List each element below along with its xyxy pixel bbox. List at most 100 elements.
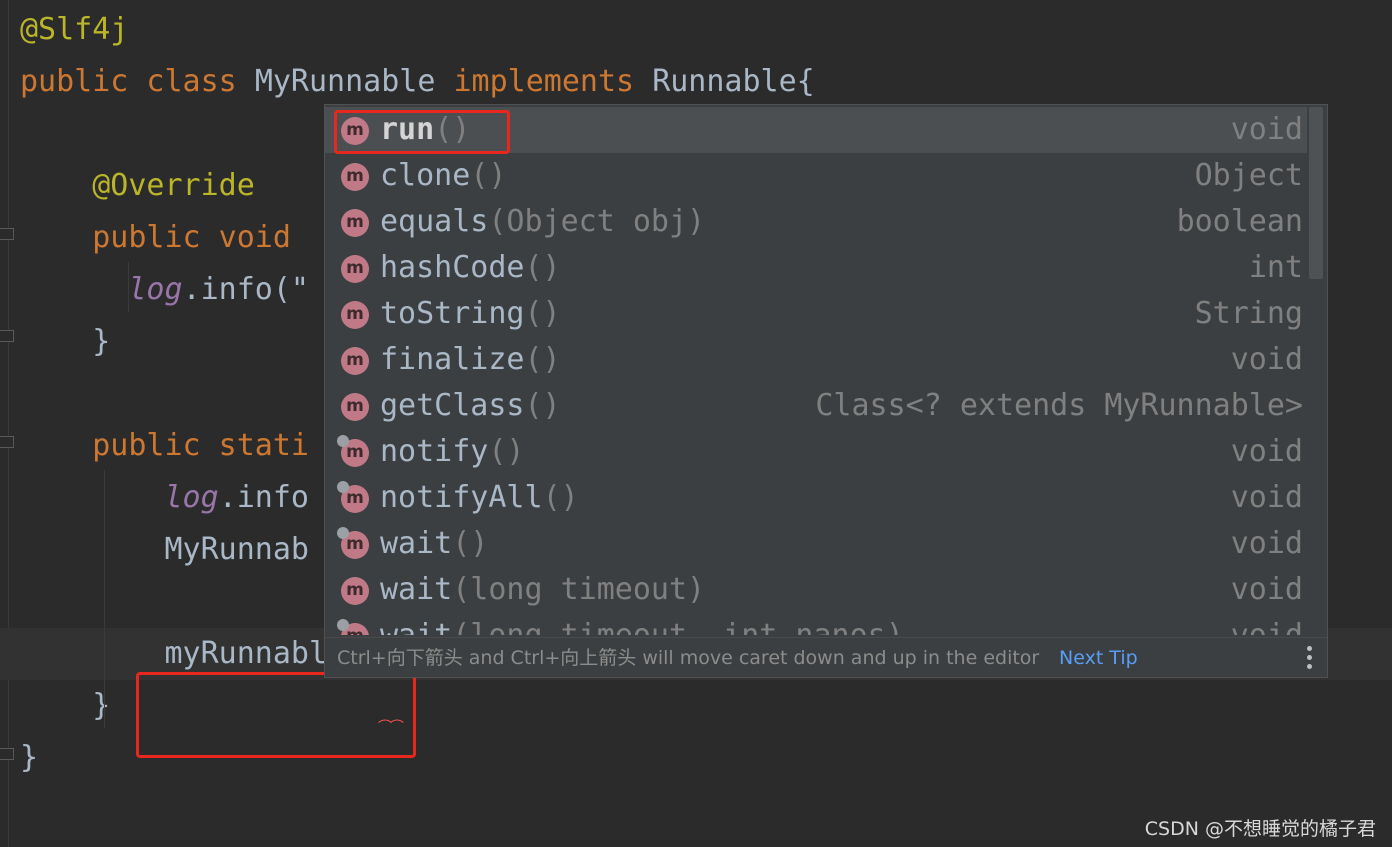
- code-token: myRunnable.: [20, 636, 364, 671]
- completion-signature: finalize(): [380, 337, 561, 383]
- code-token: MyRunnab: [20, 532, 309, 567]
- method-icon: m: [341, 393, 369, 421]
- return-type: Class<? extends MyRunnable>: [815, 388, 1303, 423]
- completion-item[interactable]: m wait() void: [325, 521, 1307, 567]
- method-name: notifyAll: [380, 480, 543, 515]
- return-type: Object: [1194, 158, 1303, 193]
- more-options-icon[interactable]: [1307, 646, 1313, 670]
- method-name: hashCode: [380, 250, 525, 285]
- method-params: (): [542, 480, 579, 515]
- completion-signature: equals(Object obj): [380, 199, 705, 245]
- method-params: (): [524, 342, 561, 377]
- fold-marker-icon[interactable]: [0, 330, 14, 342]
- return-type: void: [1230, 480, 1303, 515]
- indent-guide: [104, 470, 105, 728]
- code-line[interactable]: public class MyRunnable implements Runna…: [0, 56, 1392, 108]
- completion-signature: wait(): [380, 521, 488, 567]
- method-params: (): [524, 388, 561, 423]
- return-type: String: [1194, 296, 1303, 331]
- code-token: @Override: [20, 168, 255, 203]
- completion-scrollbar[interactable]: [1309, 107, 1323, 279]
- method-icon: m: [341, 347, 369, 375]
- code-token: }: [20, 324, 111, 359]
- method-params: (long timeout): [452, 572, 706, 607]
- fold-marker-icon[interactable]: [0, 748, 14, 760]
- method-icon: m: [337, 435, 369, 467]
- tip-text: Ctrl+向下箭头 and Ctrl+向上箭头 will move caret …: [337, 647, 1040, 669]
- method-icon: m: [337, 619, 369, 635]
- method-params: (): [488, 434, 525, 469]
- method-icon: m: [341, 209, 369, 237]
- return-type: void: [1230, 526, 1303, 561]
- completion-signature: wait(long timeout): [380, 567, 705, 613]
- method-params: (long timeout, int nanos): [452, 618, 904, 635]
- method-name: toString: [380, 296, 525, 331]
- completion-signature: wait(long timeout, int nanos): [380, 613, 904, 635]
- completion-item[interactable]: m toString() String: [325, 291, 1307, 337]
- return-type: int: [1248, 250, 1303, 285]
- return-type: void: [1230, 112, 1303, 147]
- completion-signature: clone(): [380, 153, 506, 199]
- method-icon: m: [337, 481, 369, 513]
- code-token: implements: [453, 64, 653, 99]
- completion-item[interactable]: m notify() void: [325, 429, 1307, 475]
- method-name: wait: [380, 526, 453, 561]
- return-type: boolean: [1176, 204, 1303, 239]
- code-token: .info: [218, 480, 309, 515]
- completion-item[interactable]: m equals(Object obj) boolean: [325, 199, 1307, 245]
- method-name: notify: [380, 434, 489, 469]
- completion-signature: notify(): [380, 429, 525, 475]
- code-token: public stati: [20, 428, 309, 463]
- method-name: wait: [380, 572, 453, 607]
- next-tip-link[interactable]: Next Tip: [1059, 638, 1138, 677]
- completion-signature: getClass(): [380, 383, 561, 429]
- method-icon: m: [341, 301, 369, 329]
- completion-item[interactable]: m notifyAll() void: [325, 475, 1307, 521]
- completion-item[interactable]: m clone() Object: [325, 153, 1307, 199]
- completion-item[interactable]: m wait(long timeout) void: [325, 567, 1307, 613]
- completion-signature: notifyAll(): [380, 475, 579, 521]
- indent-guide: [128, 262, 129, 312]
- code-token: log: [164, 480, 219, 515]
- method-name: getClass: [380, 388, 525, 423]
- method-icon: m: [341, 163, 369, 191]
- method-params: (): [452, 526, 489, 561]
- method-params: (): [524, 296, 561, 331]
- annotation-box-run: [334, 110, 510, 154]
- method-icon: m: [337, 527, 369, 559]
- completion-item[interactable]: m hashCode() int: [325, 245, 1307, 291]
- return-type: void: [1230, 572, 1303, 607]
- method-name: wait: [380, 618, 452, 635]
- method-icon: m: [341, 255, 369, 283]
- completion-list[interactable]: m run() void m clone() Object m equals(Object o…: [325, 105, 1307, 635]
- code-token: @Slf4j: [20, 12, 129, 47]
- method-params: (): [524, 250, 561, 285]
- return-type: void: [1230, 434, 1303, 469]
- fold-marker-icon[interactable]: [0, 436, 14, 448]
- completion-item[interactable]: m getClass() Class<? extends MyRunnable>: [325, 383, 1307, 429]
- code-token: .info(": [182, 272, 309, 307]
- method-icon: m: [341, 577, 369, 605]
- fold-marker-icon[interactable]: [0, 228, 14, 240]
- code-line[interactable]: @Slf4j: [0, 4, 1392, 56]
- completion-item[interactable]: m finalize() void: [325, 337, 1307, 383]
- code-token: log: [128, 272, 183, 307]
- completion-popup[interactable]: m run() void m clone() Object m equals(Object o…: [324, 104, 1328, 678]
- code-token: public void: [20, 220, 309, 255]
- code-token: }: [20, 688, 111, 723]
- method-name: equals: [380, 204, 489, 239]
- code-token: Runnable{: [652, 64, 815, 99]
- method-params: (): [470, 158, 507, 193]
- method-params: (Object obj): [488, 204, 706, 239]
- code-token: MyRunnable: [254, 64, 454, 99]
- completion-item[interactable]: mwait(long timeout, int nanos)void: [325, 613, 1307, 635]
- watermark: CSDN @不想睡觉的橘子君: [1144, 818, 1376, 840]
- method-name: finalize: [380, 342, 525, 377]
- code-token: }: [20, 740, 39, 775]
- completion-signature: toString(): [380, 291, 561, 337]
- completion-signature: hashCode(): [380, 245, 561, 291]
- method-name: clone: [380, 158, 471, 193]
- code-token: public class: [20, 64, 255, 99]
